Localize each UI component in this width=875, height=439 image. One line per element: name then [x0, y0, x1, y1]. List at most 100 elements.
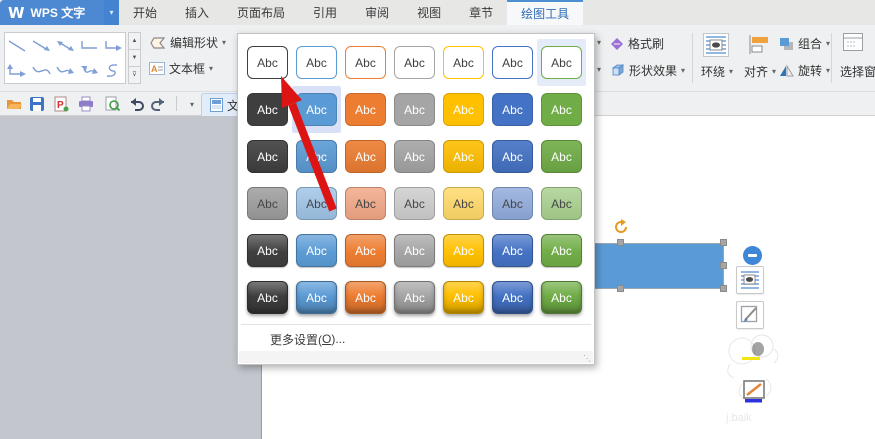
style-swatch-light-1[interactable]: Abc: [243, 180, 292, 227]
style-swatch-moderate-3[interactable]: Abc: [341, 227, 390, 274]
print-preview-button[interactable]: [103, 95, 121, 113]
wrap-button[interactable]: [703, 33, 729, 60]
style-swatch-intense-6[interactable]: Abc: [488, 274, 537, 321]
style-swatch-outline-3[interactable]: Abc: [341, 39, 390, 86]
print-button[interactable]: [77, 95, 95, 113]
elbow-double-arrow-connector-tool[interactable]: [5, 58, 29, 83]
fill-dropdown-caret-icon[interactable]: ▾: [597, 38, 601, 47]
resize-grip-icon[interactable]: ⋱: [583, 354, 591, 363]
style-swatch-solid-2[interactable]: Abc: [292, 86, 341, 133]
shape-effects-button[interactable]: 形状效果 ▾: [610, 62, 685, 79]
quickbar-dropdown-caret-icon[interactable]: ▾: [183, 95, 201, 113]
style-swatch-intense-7[interactable]: Abc: [537, 274, 586, 321]
style-swatch-moderate-6[interactable]: Abc: [488, 227, 537, 274]
gallery-more-button[interactable]: ⊽: [128, 67, 141, 84]
group-button[interactable]: 组合 ▾: [779, 35, 830, 52]
tab-页面布局[interactable]: 页面布局: [223, 0, 299, 25]
freeform-curve-tool[interactable]: [101, 58, 125, 83]
gallery-scroll-up-button[interactable]: ▲: [128, 32, 141, 50]
resize-handle-bottom[interactable]: [617, 285, 624, 292]
edit-shape-button[interactable]: 编辑形状 ▾: [149, 34, 226, 51]
selection-pane-label-wrap[interactable]: 选择窗格: [840, 63, 875, 80]
tab-审阅[interactable]: 审阅: [351, 0, 403, 25]
redo-button[interactable]: [150, 95, 168, 113]
diagonal-line-tool[interactable]: [5, 33, 29, 58]
style-swatch-solid-6[interactable]: Abc: [488, 86, 537, 133]
style-swatch-intense-3[interactable]: Abc: [341, 274, 390, 321]
rotate-button[interactable]: 旋转 ▾: [779, 62, 830, 79]
resize-handle-top-right[interactable]: [720, 239, 727, 246]
wrap-dropdown[interactable]: 环绕 ▾: [701, 63, 733, 80]
style-swatch-light-5[interactable]: Abc: [439, 180, 488, 227]
format-painter-button[interactable]: 格式刷: [610, 35, 664, 52]
tab-插入[interactable]: 插入: [171, 0, 223, 25]
curved-connector-tool[interactable]: [29, 58, 53, 83]
style-swatch-solid-7[interactable]: Abc: [537, 86, 586, 133]
style-swatch-subtle-6[interactable]: Abc: [488, 133, 537, 180]
edit-style-button[interactable]: [736, 301, 764, 329]
style-swatch-outline-2[interactable]: Abc: [292, 39, 341, 86]
rotate-handle-icon[interactable]: [613, 219, 629, 238]
resize-handle-top[interactable]: [617, 239, 624, 246]
double-arrow-line-tool[interactable]: [53, 33, 77, 58]
style-swatch-subtle-4[interactable]: Abc: [390, 133, 439, 180]
app-menu-button[interactable]: W WPS 文字: [0, 0, 104, 25]
style-swatch-intense-5[interactable]: Abc: [439, 274, 488, 321]
align-dropdown[interactable]: 对齐 ▾: [744, 63, 776, 80]
style-swatch-outline-7[interactable]: Abc: [537, 39, 586, 86]
arrow-line-tool[interactable]: [29, 33, 53, 58]
style-swatch-moderate-4[interactable]: Abc: [390, 227, 439, 274]
save-button[interactable]: [28, 95, 46, 113]
tab-视图[interactable]: 视图: [403, 0, 455, 25]
tab-开始[interactable]: 开始: [119, 0, 171, 25]
open-folder-button[interactable]: [5, 95, 23, 113]
style-swatch-light-2[interactable]: Abc: [292, 180, 341, 227]
tab-绘图工具[interactable]: 绘图工具: [507, 0, 584, 25]
style-swatch-subtle-5[interactable]: Abc: [439, 133, 488, 180]
style-swatch-moderate-2[interactable]: Abc: [292, 227, 341, 274]
text-box-button[interactable]: A 文本框 ▾: [149, 60, 213, 77]
style-swatch-subtle-7[interactable]: Abc: [537, 133, 586, 180]
align-button[interactable]: [748, 34, 770, 58]
style-swatch-outline-4[interactable]: Abc: [390, 39, 439, 86]
style-swatch-outline-5[interactable]: Abc: [439, 39, 488, 86]
style-swatch-subtle-1[interactable]: Abc: [243, 133, 292, 180]
style-swatch-intense-4[interactable]: Abc: [390, 274, 439, 321]
style-swatch-moderate-7[interactable]: Abc: [537, 227, 586, 274]
style-swatch-intense-2[interactable]: Abc: [292, 274, 341, 321]
elbow-connector-tool[interactable]: [77, 33, 101, 58]
more-settings-menu-item[interactable]: 更多设置(O)...: [240, 326, 592, 352]
outline-dropdown-caret-icon[interactable]: ▾: [597, 65, 601, 74]
gallery-scroll-down-button[interactable]: ▼: [128, 50, 141, 67]
resize-handle-bottom-right[interactable]: [720, 285, 727, 292]
undo-button[interactable]: [127, 95, 145, 113]
curved-double-arrow-connector-tool[interactable]: [77, 58, 101, 83]
style-swatch-light-4[interactable]: Abc: [390, 180, 439, 227]
style-swatch-outline-1[interactable]: Abc: [243, 39, 292, 86]
elbow-double-arrow-connector-icon: [7, 63, 26, 77]
style-swatch-solid-1[interactable]: Abc: [243, 86, 292, 133]
wrap-layout-button[interactable]: [736, 266, 764, 294]
selection-pane-button[interactable]: [843, 33, 863, 54]
style-swatch-intense-1[interactable]: Abc: [243, 274, 292, 321]
curved-arrow-connector-tool[interactable]: [53, 58, 77, 83]
style-swatch-outline-6[interactable]: Abc: [488, 39, 537, 86]
export-pdf-button[interactable]: P: [52, 95, 70, 113]
resize-handle-right[interactable]: [720, 262, 727, 269]
style-swatch-light-6[interactable]: Abc: [488, 180, 537, 227]
style-swatch-light-7[interactable]: Abc: [537, 180, 586, 227]
style-swatch-light-3[interactable]: Abc: [341, 180, 390, 227]
style-swatch-moderate-5[interactable]: Abc: [439, 227, 488, 274]
tab-章节[interactable]: 章节: [455, 0, 507, 25]
style-swatch-solid-4[interactable]: Abc: [390, 86, 439, 133]
style-swatch-solid-3[interactable]: Abc: [341, 86, 390, 133]
remove-button[interactable]: [743, 246, 762, 265]
tab-引用[interactable]: 引用: [299, 0, 351, 25]
style-swatch-subtle-3[interactable]: Abc: [341, 133, 390, 180]
app-menu-caret-icon[interactable]: ▾: [104, 0, 119, 25]
elbow-arrow-connector-tool[interactable]: [101, 33, 125, 58]
style-swatch-moderate-1[interactable]: Abc: [243, 227, 292, 274]
style-swatch-subtle-2[interactable]: Abc: [292, 133, 341, 180]
swatch-label: Abc: [306, 243, 327, 258]
style-swatch-solid-5[interactable]: Abc: [439, 86, 488, 133]
